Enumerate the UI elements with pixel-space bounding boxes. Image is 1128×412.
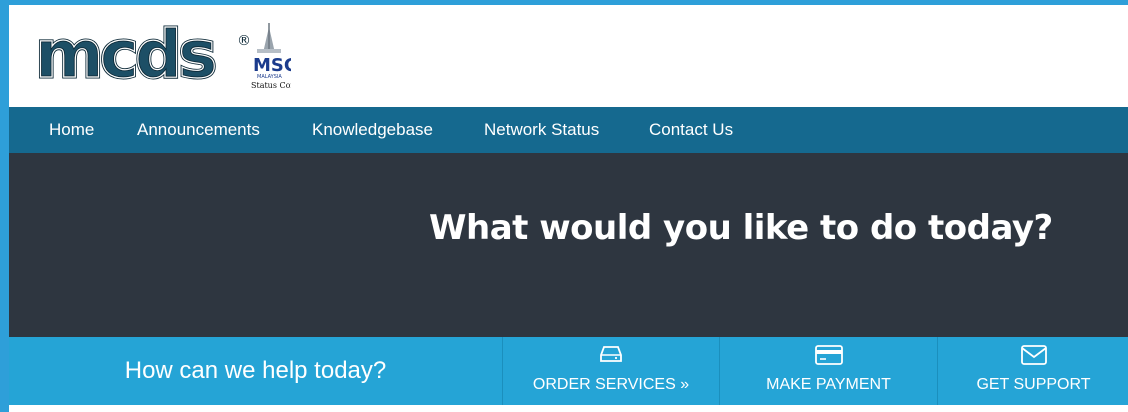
- logo-brand-outline: mcds: [35, 16, 215, 93]
- site-logo[interactable]: mcds mcds ® MSC MALAYSIA Status Company: [31, 13, 292, 94]
- nav-knowledgebase[interactable]: Knowledgebase: [312, 107, 433, 153]
- order-services-label: ORDER SERVICES »: [532, 376, 690, 393]
- get-support-button[interactable]: GET SUPPORT: [937, 337, 1128, 405]
- credit-card-icon: [814, 345, 843, 370]
- registered-mark: ®: [237, 33, 251, 49]
- nav-announcements[interactable]: Announcements: [137, 107, 260, 153]
- logo-graphic: mcds mcds ® MSC MALAYSIA Status Company: [34, 15, 292, 94]
- make-payment-label: MAKE PAYMENT: [766, 376, 891, 393]
- page-frame: mcds mcds ® MSC MALAYSIA Status Company …: [9, 5, 1128, 412]
- order-services-button[interactable]: ORDER SERVICES »: [502, 337, 719, 405]
- help-prompt: How can we help today?: [124, 357, 387, 384]
- msc-status-text: Status Company: [251, 81, 291, 90]
- msc-sub-text: MALAYSIA: [257, 74, 282, 80]
- content-area-edge: [9, 405, 1128, 412]
- site-header: mcds mcds ® MSC MALAYSIA Status Company: [9, 5, 1128, 107]
- nav-contact-us[interactable]: Contact Us: [649, 107, 733, 153]
- make-payment-button[interactable]: MAKE PAYMENT: [719, 337, 937, 405]
- get-support-label: GET SUPPORT: [976, 376, 1091, 393]
- msc-emblem-icon: [257, 23, 281, 53]
- hero-title: What would you like to do today?: [429, 208, 1053, 248]
- nav-home[interactable]: Home: [49, 107, 94, 153]
- envelope-icon: [1020, 345, 1047, 370]
- action-bar: How can we help today? ORDER SERVICES » …: [9, 337, 1128, 412]
- nav-network-status[interactable]: Network Status: [484, 107, 599, 153]
- msc-text: MSC: [253, 55, 291, 76]
- main-navbar: Home Announcements Knowledgebase Network…: [9, 107, 1128, 153]
- server-icon: [600, 345, 622, 368]
- hero-banner: What would you like to do today?: [9, 153, 1128, 337]
